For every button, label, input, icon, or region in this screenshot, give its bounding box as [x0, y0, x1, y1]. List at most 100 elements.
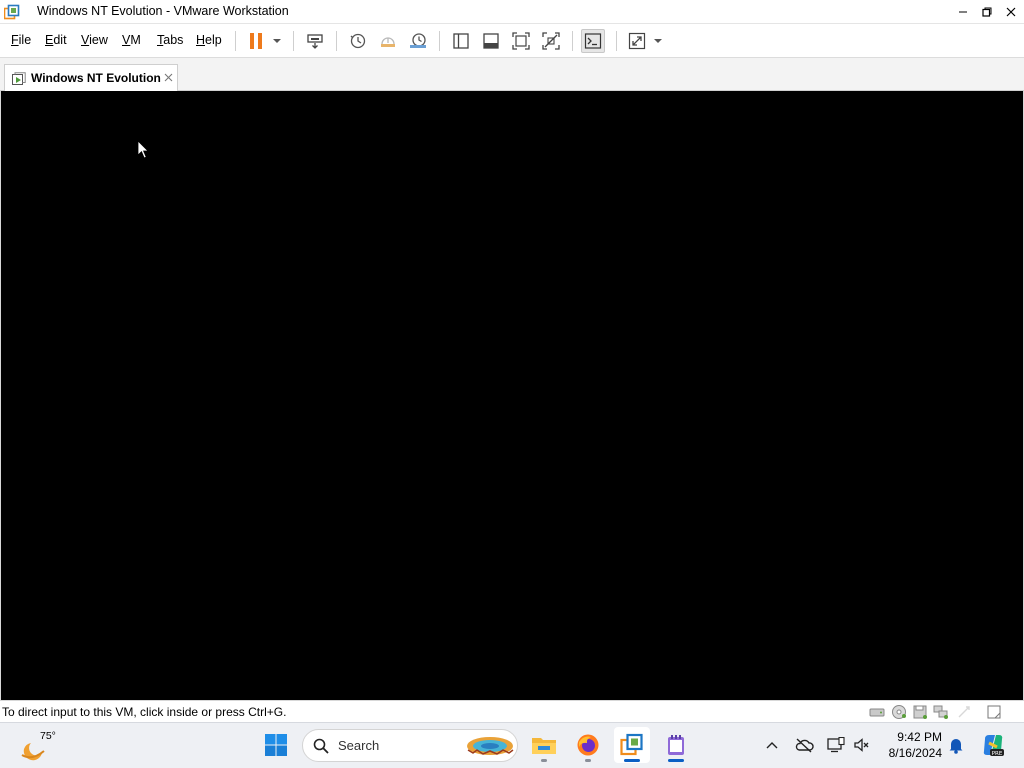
floppy-icon	[913, 705, 927, 719]
windows-taskbar: 75° Search 9:42 PM 8/16/2024 PRE	[0, 722, 1024, 768]
copilot-icon: PRE	[983, 735, 1004, 757]
volume-tray[interactable]	[852, 735, 872, 755]
menu-tabs[interactable]: Tabs	[157, 33, 183, 47]
close-button[interactable]	[999, 0, 1023, 24]
toolbar-separator	[293, 31, 294, 51]
svg-text:PRE: PRE	[992, 751, 1003, 757]
start-button[interactable]	[258, 727, 294, 763]
snapshot-manager-icon	[410, 33, 426, 48]
console-view-icon	[584, 33, 602, 49]
vmware-workstation-icon	[620, 733, 643, 756]
clock-time: 9:42 PM	[897, 730, 942, 744]
volume-muted-icon	[854, 738, 869, 752]
toolbar-separator	[235, 31, 236, 51]
menu-vm[interactable]: VM	[122, 33, 141, 47]
unity-button[interactable]	[539, 29, 563, 53]
tab-close-button[interactable]	[161, 70, 175, 84]
maximize-button[interactable]	[975, 0, 999, 24]
console-view-button[interactable]	[581, 29, 605, 53]
close-icon	[164, 73, 172, 81]
revert-snapshot-button[interactable]	[376, 29, 400, 53]
search-placeholder: Search	[338, 738, 380, 753]
running-indicator	[541, 759, 547, 762]
tab-strip: Windows NT Evolution	[0, 58, 1024, 91]
stretch-dropdown[interactable]	[652, 29, 664, 53]
vmware-icon	[4, 4, 20, 20]
show-thumbnail-bar-button[interactable]	[479, 29, 503, 53]
taskbar-search-box[interactable]: Search	[302, 729, 518, 762]
send-ctrl-alt-del-button[interactable]	[303, 29, 327, 53]
show-hidden-icons-button[interactable]	[762, 735, 782, 755]
active-indicator	[624, 759, 640, 762]
minimize-button[interactable]	[951, 0, 975, 24]
mouse-pointer-icon	[137, 140, 149, 159]
firefox-icon	[577, 734, 599, 756]
maximize-icon	[982, 7, 992, 17]
toolbar-separator	[439, 31, 440, 51]
menu-help[interactable]: Help	[196, 33, 222, 47]
notification-bell-icon	[949, 739, 963, 754]
cd-dvd-status[interactable]	[891, 704, 907, 720]
taskbar-vmware-workstation[interactable]	[614, 727, 650, 763]
cd-dvd-icon	[892, 705, 906, 719]
message-log-status[interactable]	[986, 704, 1002, 720]
file-explorer-icon	[532, 738, 556, 754]
toolbar-separator	[616, 31, 617, 51]
menu-edit[interactable]: Edit	[45, 33, 67, 47]
status-bar: To direct input to this VM, click inside…	[0, 700, 1024, 722]
tab-label: Windows NT Evolution	[31, 71, 161, 85]
pause-button[interactable]	[244, 29, 268, 53]
title-bar: Windows NT Evolution - VMware Workstatio…	[0, 0, 1024, 24]
vm-tab-icon	[12, 72, 26, 85]
take-snapshot-button[interactable]	[346, 29, 370, 53]
chevron-down-icon	[654, 39, 662, 43]
message-log-icon	[987, 705, 1001, 719]
taskbar-firefox[interactable]	[570, 727, 606, 763]
running-indicator	[668, 759, 684, 762]
usb-status[interactable]	[956, 704, 972, 720]
revert-snapshot-icon	[381, 37, 395, 47]
weather-widget[interactable]: 75°	[18, 727, 68, 765]
toolbar-separator	[336, 31, 337, 51]
weather-temperature: 75°	[40, 730, 56, 742]
notification-center-button[interactable]	[946, 735, 966, 755]
menu-file[interactable]: File	[11, 33, 31, 47]
close-icon	[1006, 7, 1016, 17]
show-hidden-icons-icon	[766, 742, 778, 749]
taskbar-notepad[interactable]	[658, 727, 694, 763]
network-tray[interactable]	[826, 735, 846, 755]
vm-console-screen[interactable]	[0, 91, 1024, 700]
show-library-icon	[453, 33, 469, 49]
usb-icon	[958, 706, 970, 718]
weather-moon-icon	[21, 743, 45, 761]
full-screen-button[interactable]	[509, 29, 533, 53]
unity-icon	[542, 32, 560, 50]
send-ctrl-alt-del-icon	[307, 34, 323, 49]
clock-date: 8/16/2024	[888, 746, 942, 760]
network-adapter-icon	[933, 705, 948, 719]
minimize-icon	[959, 11, 967, 13]
full-screen-icon	[512, 32, 530, 50]
taskbar-file-explorer[interactable]	[526, 727, 562, 763]
network-adapter-status[interactable]	[933, 704, 949, 720]
onedrive-offline-icon	[795, 738, 814, 753]
show-thumbnail-bar-icon	[483, 33, 499, 49]
show-library-button[interactable]	[449, 29, 473, 53]
copilot-button[interactable]: PRE	[980, 732, 1006, 758]
search-icon	[313, 738, 329, 754]
hard-disk-status[interactable]	[869, 704, 885, 720]
snapshot-manager-button[interactable]	[406, 29, 430, 53]
taskbar-clock[interactable]: 9:42 PM 8/16/2024	[878, 729, 942, 761]
menu-view[interactable]: View	[81, 33, 108, 47]
onedrive-tray[interactable]	[794, 735, 814, 755]
toolbar-separator	[572, 31, 573, 51]
stretch-guest-button[interactable]	[625, 29, 649, 53]
floppy-status[interactable]	[912, 704, 928, 720]
tab-windows-nt-evolution[interactable]: Windows NT Evolution	[4, 64, 178, 91]
hard-disk-icon	[869, 708, 885, 717]
chevron-down-icon	[273, 39, 281, 43]
stretch-guest-icon	[628, 32, 646, 50]
power-dropdown[interactable]	[271, 29, 283, 53]
window-title: Windows NT Evolution - VMware Workstatio…	[37, 4, 289, 18]
notepad-icon	[668, 735, 684, 755]
